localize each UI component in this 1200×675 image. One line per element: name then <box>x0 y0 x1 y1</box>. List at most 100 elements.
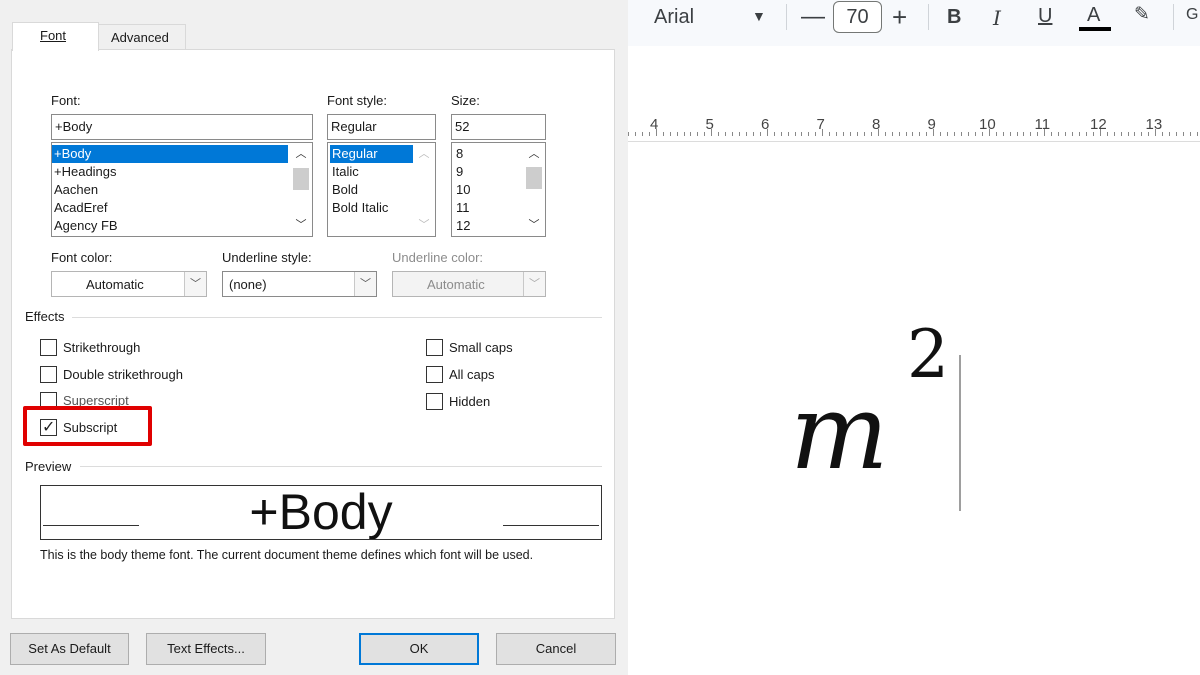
ruler-tick <box>1065 132 1067 136</box>
double-strikethrough-checkbox[interactable]: Double strikethrough <box>40 365 183 383</box>
toolbar-divider <box>1173 4 1174 30</box>
checkbox-box[interactable] <box>40 338 57 356</box>
ruler-tick <box>1002 132 1004 136</box>
ruler-tick <box>981 132 983 136</box>
ruler-tick <box>669 132 671 136</box>
text-color-bar <box>1079 27 1111 31</box>
ruler-tick <box>974 132 976 136</box>
ruler-tick <box>1113 132 1115 136</box>
preview-text: +Body <box>249 485 393 540</box>
tab-advanced-label: Advanced <box>111 30 169 45</box>
text-effects-button[interactable]: Text Effects... <box>146 633 266 665</box>
font-dialog: Font Advanced Font: +Body +Body +Heading… <box>0 0 628 675</box>
ruler-tick <box>891 132 893 136</box>
ruler-number: 12 <box>1090 116 1107 133</box>
tab-advanced[interactable]: Advanced <box>98 24 186 51</box>
link-icon[interactable]: G <box>1186 6 1198 24</box>
font-list-item[interactable]: Agency FB <box>52 217 312 235</box>
decrease-font-size-icon[interactable]: — <box>801 3 825 31</box>
font-style-input[interactable]: Regular <box>327 114 436 140</box>
ruler-tick <box>940 132 942 136</box>
all-caps-checkbox[interactable]: All caps <box>426 365 495 383</box>
checkbox-box[interactable] <box>426 338 443 356</box>
font-list-item[interactable]: +Headings <box>52 163 312 181</box>
font-list-item[interactable]: +Body <box>52 145 288 163</box>
ruler-tick <box>655 129 657 136</box>
font-list-item[interactable]: AcadEref <box>52 199 312 217</box>
chevron-down-icon[interactable]: ﹀ <box>354 272 376 296</box>
chevron-up-icon[interactable]: ︿ <box>523 145 545 163</box>
dropdown-caret-icon[interactable]: ▼ <box>752 8 766 24</box>
size-listbox[interactable]: 8 9 10 11 12 ︿ ﹀ <box>451 142 546 237</box>
toolbar-divider <box>786 4 787 30</box>
ruler-tick <box>1120 132 1122 136</box>
ruler-tick <box>745 132 747 136</box>
small-caps-label: Small caps <box>449 339 513 355</box>
ruler-tick <box>725 132 727 136</box>
ruler-tick <box>1176 132 1178 136</box>
ruler-tick <box>1189 132 1191 136</box>
style-list-scrollbar[interactable]: ︿ ﹀ <box>413 143 435 236</box>
chevron-down-icon[interactable]: ﹀ <box>523 216 545 234</box>
ruler-tick <box>676 132 678 136</box>
underline-style-select[interactable]: (none) ﹀ <box>222 271 377 297</box>
size-input[interactable]: 52 <box>451 114 546 140</box>
hidden-label: Hidden <box>449 393 491 409</box>
scroll-thumb[interactable] <box>293 168 309 190</box>
size-list-scrollbar[interactable]: ︿ ﹀ <box>523 143 545 236</box>
preview-group-label: Preview <box>25 459 72 474</box>
tab-font[interactable]: Font <box>12 22 99 51</box>
ruler-number: 8 <box>872 116 881 133</box>
checkbox-box[interactable] <box>426 365 443 383</box>
italic-icon[interactable]: I <box>993 6 1001 30</box>
font-size-input[interactable]: 70 <box>833 1 882 33</box>
highlight-pen-icon[interactable]: ✎ <box>1134 3 1150 26</box>
style-list-item[interactable]: Regular <box>330 145 413 163</box>
ruler-tick <box>1141 132 1143 136</box>
ruler-tick <box>961 132 962 136</box>
ruler-tick <box>967 132 969 136</box>
ruler-number: 13 <box>1145 116 1163 133</box>
ruler-tick <box>1009 132 1011 136</box>
font-listbox[interactable]: +Body +Headings Aachen AcadEref Agency F… <box>51 142 313 237</box>
chevron-up-icon[interactable]: ︿ <box>413 145 435 163</box>
ruler-tick <box>1148 132 1150 136</box>
scroll-thumb[interactable] <box>526 167 542 189</box>
toolbar-divider <box>928 4 929 30</box>
chevron-down-icon[interactable]: ﹀ <box>184 272 206 296</box>
strikethrough-checkbox[interactable]: Strikethrough <box>40 338 140 356</box>
increase-font-size-icon[interactable]: + <box>892 2 907 33</box>
chevron-down-icon[interactable]: ﹀ <box>290 216 312 234</box>
font-label: Font: <box>51 93 81 108</box>
ruler-tick <box>954 132 956 136</box>
chevron-up-icon[interactable]: ︿ <box>290 145 312 163</box>
font-list-item[interactable]: Aachen <box>52 181 312 199</box>
font-list-scrollbar[interactable]: ︿ ﹀ <box>290 143 312 236</box>
hidden-checkbox[interactable]: Hidden <box>426 392 490 410</box>
ruler-tick <box>1085 132 1087 136</box>
cancel-button[interactable]: Cancel <box>496 633 616 665</box>
preview-description: This is the body theme font. The current… <box>40 548 534 562</box>
font-input[interactable]: +Body <box>51 114 313 140</box>
ruler-tick <box>704 132 706 136</box>
font-name-select[interactable]: Arial <box>654 6 694 29</box>
chevron-down-icon[interactable]: ﹀ <box>413 216 435 234</box>
ruler-tick <box>794 132 796 136</box>
bold-icon[interactable]: B <box>947 6 961 29</box>
ruler-tick <box>766 129 768 136</box>
small-caps-checkbox[interactable]: Small caps <box>426 338 513 356</box>
checkbox-box[interactable] <box>40 365 57 383</box>
text-color-icon[interactable]: A <box>1087 4 1100 27</box>
font-style-listbox[interactable]: Regular Italic Bold Bold Italic ︿ ﹀ <box>327 142 436 237</box>
ok-button[interactable]: OK <box>359 633 479 665</box>
font-color-label: Font color: <box>51 250 113 265</box>
underline-style-value: (none) <box>229 277 267 292</box>
ruler-tick <box>1044 129 1046 136</box>
font-color-select[interactable]: Automatic ﹀ <box>51 271 207 297</box>
checkbox-box[interactable] <box>426 392 443 410</box>
ruler-tick <box>884 132 886 136</box>
preview-baseline-right <box>503 525 599 526</box>
set-as-default-button[interactable]: Set As Default <box>10 633 129 665</box>
underline-icon[interactable]: U <box>1038 5 1052 28</box>
document-page[interactable] <box>628 164 1200 675</box>
